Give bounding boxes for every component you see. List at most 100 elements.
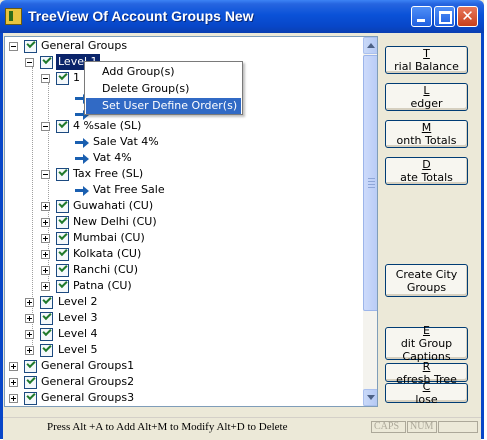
grip-line	[368, 184, 375, 185]
tree-vertical-scrollbar[interactable]	[363, 37, 377, 406]
button-label: edger	[410, 97, 443, 110]
checkbox-icon[interactable]	[56, 216, 69, 229]
expand-icon[interactable]	[41, 266, 50, 275]
checkbox-icon[interactable]	[24, 392, 37, 405]
close-window-button[interactable]: ✕	[457, 6, 478, 27]
expand-icon[interactable]	[25, 346, 34, 355]
button-label: Groups	[406, 280, 447, 294]
chevron-down-icon	[367, 395, 375, 400]
context-menu: Add Group(s) Delete Group(s) Set User De…	[84, 61, 243, 115]
button-label: rial Balance	[394, 60, 459, 73]
checkbox-icon[interactable]	[56, 120, 69, 133]
accelerator-key: C	[422, 380, 431, 393]
expand-icon[interactable]	[41, 282, 50, 291]
checkbox-icon[interactable]	[40, 344, 53, 357]
edit-group-captions-button[interactable]: Edit Group Captions	[385, 324, 468, 363]
status-pane	[438, 421, 478, 433]
button-label: Create City	[395, 267, 458, 281]
checkbox-icon[interactable]	[24, 360, 37, 373]
close-button[interactable]: Close	[385, 380, 468, 406]
num-lock-indicator: NUM	[407, 421, 437, 433]
tree-node-label: Level 4	[58, 327, 98, 340]
expand-icon[interactable]	[9, 394, 18, 403]
accelerator-key: L	[423, 84, 430, 97]
tree-connector	[32, 67, 33, 351]
expand-icon[interactable]	[25, 314, 34, 323]
menu-item-set-user-define-order[interactable]: Set User Define Order(s)	[86, 98, 241, 114]
tree-node-label: General Groups	[41, 39, 128, 52]
title-bar[interactable]: TreeView Of Account Groups New ✕	[0, 0, 484, 33]
checkbox-icon[interactable]	[40, 328, 53, 341]
tree-node-label: Vat 4%	[93, 151, 132, 164]
collapse-icon[interactable]	[41, 122, 50, 131]
minimize-button[interactable]	[411, 6, 432, 27]
window-border-left	[0, 33, 3, 439]
expand-icon[interactable]	[41, 234, 50, 243]
button-label: onth Totals	[396, 134, 457, 147]
caps-lock-indicator: CAPS	[371, 421, 406, 433]
arrow-icon	[75, 154, 90, 164]
tree-node-label: 4 %sale (SL)	[73, 119, 142, 132]
checkbox-icon[interactable]	[56, 168, 69, 181]
checkbox-icon[interactable]	[40, 56, 53, 69]
expand-icon[interactable]	[25, 330, 34, 339]
expand-icon[interactable]	[41, 218, 50, 227]
maximize-button[interactable]	[434, 6, 455, 27]
collapse-icon[interactable]	[41, 170, 50, 179]
checkbox-icon[interactable]	[56, 280, 69, 293]
create-city-groups-button[interactable]: Create City Groups	[385, 264, 468, 297]
trial-balance-button[interactable]: Trial Balance	[385, 46, 468, 74]
tree-node-label: New Delhi (CU)	[73, 215, 157, 228]
ledger-button[interactable]: Ledger	[385, 83, 468, 111]
checkbox-icon[interactable]	[40, 296, 53, 309]
tree-node-label: General Groups1	[41, 359, 135, 372]
grip-line	[368, 187, 375, 188]
scroll-down-button[interactable]	[363, 389, 377, 406]
checkbox-icon[interactable]	[40, 312, 53, 325]
scroll-up-button[interactable]	[363, 37, 377, 54]
menu-item-add-groups[interactable]: Add Group(s)	[86, 64, 241, 80]
date-totals-button[interactable]: Date Totals	[385, 157, 468, 185]
tree-node-label: Patna (CU)	[73, 279, 132, 292]
collapse-icon[interactable]	[25, 58, 34, 67]
scroll-thumb[interactable]	[363, 55, 377, 311]
tree-connector	[48, 83, 49, 291]
accelerator-key: M	[421, 121, 432, 134]
tree-node-label: Ranchi (CU)	[73, 263, 139, 276]
checkbox-icon[interactable]	[56, 72, 69, 85]
collapse-icon[interactable]	[9, 42, 18, 51]
tree-node-label: General Groups3	[41, 391, 135, 404]
expand-icon[interactable]	[25, 298, 34, 307]
button-label: lose	[415, 393, 438, 406]
collapse-icon[interactable]	[41, 74, 50, 83]
expand-icon[interactable]	[41, 250, 50, 259]
tree-node-label: Level 3	[58, 311, 98, 324]
button-label: ate Totals	[400, 171, 453, 184]
status-hint: Press Alt +A to Add Alt+M to Modify Alt+…	[47, 421, 288, 433]
checkbox-icon[interactable]	[56, 200, 69, 213]
close-icon: ✕	[461, 7, 474, 25]
grip-line	[368, 178, 375, 179]
app-icon	[5, 8, 22, 25]
accelerator-key: E	[423, 324, 430, 337]
tree-node-label: Guwahati (CU)	[73, 199, 154, 212]
expand-icon[interactable]	[41, 202, 50, 211]
expand-icon[interactable]	[9, 378, 18, 387]
month-totals-button[interactable]: Month Totals	[385, 120, 468, 148]
tree-node-label: General Groups2	[41, 375, 135, 388]
grip-line	[368, 181, 375, 182]
menu-item-delete-groups[interactable]: Delete Group(s)	[86, 81, 241, 97]
tree-node-label: Level 5	[58, 343, 98, 356]
checkbox-icon[interactable]	[24, 40, 37, 53]
checkbox-icon[interactable]	[24, 376, 37, 389]
checkbox-icon[interactable]	[56, 232, 69, 245]
button-label: dit Group	[400, 337, 453, 350]
expand-icon[interactable]	[9, 362, 18, 371]
checkbox-icon[interactable]	[56, 264, 69, 277]
tree-node-label: Vat Free Sale	[93, 183, 165, 196]
arrow-icon	[75, 138, 90, 148]
status-bar: Press Alt +A to Add Alt+M to Modify Alt+…	[3, 417, 481, 440]
accelerator-key: T	[423, 47, 430, 60]
checkbox-icon[interactable]	[56, 248, 69, 261]
app-window: TreeView Of Account Groups New ✕ General…	[0, 0, 484, 440]
